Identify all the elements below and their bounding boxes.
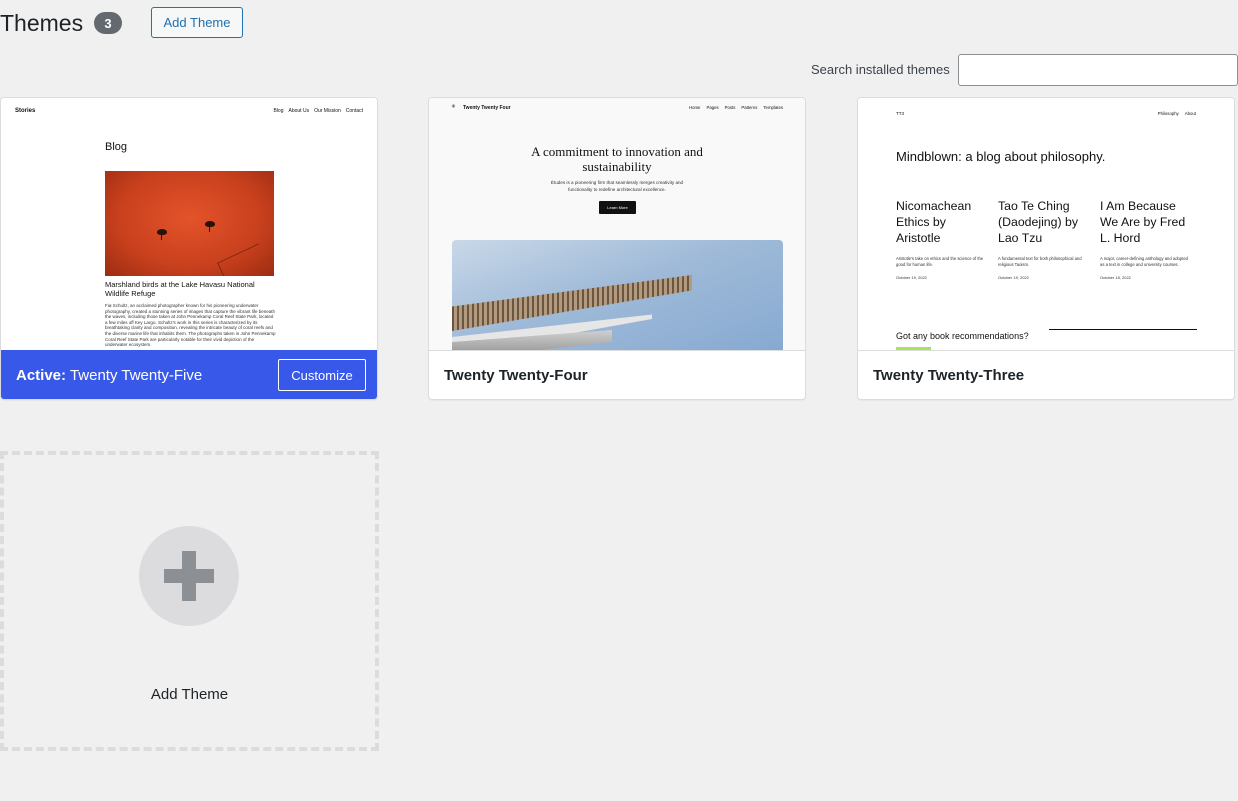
branch-shape <box>217 243 274 276</box>
theme-card-footer: Twenty Twenty-Three <box>858 350 1234 399</box>
customize-button[interactable]: Customize <box>278 359 366 391</box>
preview-post-title: Marshland birds at the Lake Havasu Natio… <box>105 280 255 298</box>
preview-nav-item: Home <box>688 105 701 110</box>
preview-headline: Mindblown: a blog about philosophy. <box>896 149 1106 164</box>
preview-nav-item: Templates <box>763 105 783 110</box>
preview-logo-icon: ✳ <box>451 104 456 110</box>
theme-screenshot[interactable]: ✳ Twenty Twenty Four Home Pages Posts Pa… <box>429 98 805 351</box>
preview-subtext-text: Études is a pioneering firm that seamles… <box>550 180 684 192</box>
preview-nav-item: Patterns <box>741 105 758 110</box>
preview-excerpt: Fiø Schultz, an acclaimed photographer k… <box>105 303 276 348</box>
preview-post-excerpt: Aristotle's take on ethics and the scien… <box>896 256 984 267</box>
theme-screenshot[interactable]: Stories Blog About Us Our Mission Contac… <box>1 98 377 351</box>
active-theme-label: Active: Twenty Twenty-Five <box>16 367 202 384</box>
preview-post-title: I Am Because We Are by Fred L. Hord <box>1100 199 1186 245</box>
preview-site-title: TT3 <box>896 111 905 116</box>
preview-post: Tao Te Ching (Daodejing) by Lao Tzu A fu… <box>998 198 1090 280</box>
plus-icon[interactable] <box>139 526 239 626</box>
preview-photo-building <box>452 240 783 350</box>
preview-nav-item: About <box>1184 111 1196 116</box>
preview-nav-item: Blog <box>273 108 284 114</box>
bird-leg <box>161 234 162 240</box>
preview-post-title: Nicomachean Ethics by Aristotle <box>896 199 972 245</box>
preview-post-excerpt: A fundamental text for both philosophica… <box>998 256 1082 267</box>
theme-card-footer: Twenty Twenty-Four <box>429 350 805 399</box>
theme-name: Twenty Twenty-Three <box>873 367 1025 384</box>
preview-subtext: Études is a pioneering firm that seamles… <box>429 180 805 193</box>
theme-card-twenty-twenty-five[interactable]: Stories Blog About Us Our Mission Contac… <box>0 97 378 400</box>
preview-site-title: Stories <box>15 108 36 114</box>
active-theme-bar: Active: Twenty Twenty-Five Customize <box>1 350 377 399</box>
bird-shape <box>205 221 215 227</box>
theme-card-twenty-twenty-three[interactable]: TT3 Philosophy About Mindblown: a blog a… <box>857 97 1235 400</box>
preview-nav-item: About Us <box>288 108 310 114</box>
search-input[interactable] <box>958 54 1238 86</box>
add-theme-button[interactable]: Add Theme <box>151 7 243 38</box>
active-prefix: Active: <box>16 367 67 384</box>
preview-post-date: October 19, 2022 <box>896 275 927 281</box>
preview-heading: Blog <box>105 141 128 153</box>
add-theme-card-label[interactable]: Add Theme <box>0 686 379 703</box>
preview-nav-item: Contact <box>345 108 363 114</box>
preview-nav-item: Philosophy <box>1157 111 1179 116</box>
plus-icon-vertical <box>182 551 196 601</box>
search-label: Search installed themes <box>811 62 950 77</box>
theme-name: Twenty Twenty-Four <box>444 367 588 384</box>
preview-headline-text: A commitment to innovation and sustainab… <box>531 144 703 174</box>
preview-post-date: October 18, 2022 <box>1100 275 1131 281</box>
bird-leg <box>209 226 210 232</box>
preview-footer-prompt: Got any book recommendations? <box>896 331 1029 341</box>
bird-shape <box>157 229 167 235</box>
preview-nav: Blog About Us Our Mission Contact <box>273 108 363 114</box>
theme-name: Twenty Twenty-Five <box>69 367 203 384</box>
preview-nav-item: Posts <box>724 105 736 110</box>
preview-nav-item: Our Mission <box>314 108 341 114</box>
preview-nav: Philosophy About <box>1158 111 1196 116</box>
preview-nav: Home Pages Posts Patterns Templates <box>689 105 783 110</box>
theme-screenshot[interactable]: TT3 Philosophy About Mindblown: a blog a… <box>858 98 1234 351</box>
preview-site-title: Twenty Twenty Four <box>463 105 511 111</box>
theme-count-badge: 3 <box>94 12 122 34</box>
theme-card-twenty-twenty-four[interactable]: ✳ Twenty Twenty Four Home Pages Posts Pa… <box>428 97 806 400</box>
preview-headline: A commitment to innovation and sustainab… <box>429 144 805 174</box>
preview-post: Nicomachean Ethics by Aristotle Aristotl… <box>896 198 988 280</box>
preview-nav-item: Pages <box>706 105 719 110</box>
preview-post: I Am Because We Are by Fred L. Hord A ma… <box>1100 198 1192 280</box>
preview-post-date: October 19, 2022 <box>998 275 1029 281</box>
preview-post-title: Tao Te Ching (Daodejing) by Lao Tzu <box>998 199 1078 245</box>
page-title: Themes <box>0 10 84 36</box>
preview-post-excerpt: A major, career-defining anthology and a… <box>1100 256 1188 267</box>
preview-learn-more-button: Learn More <box>599 201 636 214</box>
preview-divider <box>1049 329 1197 330</box>
preview-photo-birds <box>105 171 274 276</box>
